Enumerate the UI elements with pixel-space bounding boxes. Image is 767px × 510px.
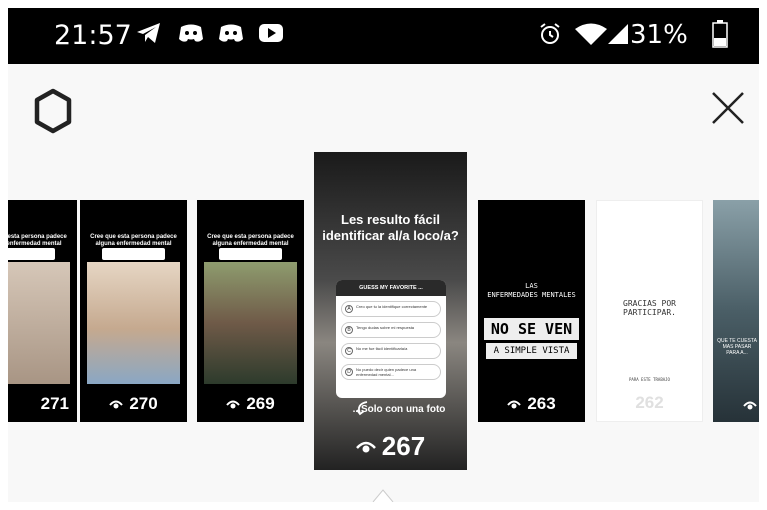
story-line: NO SE VEN [484,318,579,340]
youtube-icon [259,24,283,42]
story-line: LAS [525,282,538,290]
story-photo [204,262,297,384]
eye-icon [743,401,757,410]
view-count-label: 262 [635,393,664,412]
view-count: 267 [314,431,467,462]
top-bar [8,64,759,150]
discord-icon [179,24,203,42]
quiz-option: D No puedo decir quien padece una enferme… [341,364,441,380]
discord-icon [219,24,243,42]
quiz-option: C No me fue fácil identificarla/a [341,343,441,359]
view-count-label: 271 [40,394,69,413]
view-count-label: 270 [129,394,158,413]
story-thumbnail[interactable]: GRACIAS POR PARTICIPAR. PARA ESTE TRABAJ… [596,200,703,422]
story-thumbnail[interactable]: Cree que esta persona padece alguna enfe… [197,200,304,422]
poll-sticker [8,248,55,260]
quiz-title: GUESS MY FAVORITE ... [336,280,446,296]
story-photo [713,200,759,422]
option-text: No puedo decir quien padece una enfermed… [356,367,417,377]
quiz-option: B Tengo dudas sobre mi respuesta [341,322,441,338]
poll-sticker [219,248,282,260]
story-headline: Les resulto fácil identificar al/a loco/… [322,212,459,243]
gear-icon[interactable] [30,88,76,134]
option-letter: B [345,326,353,334]
option-text: Tengo dudas sobre mi respuesta [356,325,415,330]
story-fine-print: PARA ESTE TRABAJO [629,377,670,382]
battery-icon [712,20,728,48]
status-bar: 21:57 31% [8,8,759,64]
eye-icon [226,400,241,409]
story-viewer-list: Cree que esta persona padece alguna enfe… [8,150,759,502]
story-line: A SIMPLE VISTA [486,343,577,359]
story-thumbnail[interactable]: Cree que esta persona padece alguna enfe… [8,200,77,422]
story-caption: Cree que esta persona padece alguna enfe… [207,234,294,247]
wifi-icon [575,23,607,45]
quiz-sticker: GUESS MY FAVORITE ... A Creo que tu la id… [336,280,446,398]
option-letter: A [345,305,353,313]
story-thumbnail-active[interactable]: Les resulto fácil identificar al/a loco/… [314,152,467,470]
story-line: ENFERMEDADES MENTALES [487,291,576,299]
story-caption: QUE TE CUESTA MAS PASAR PARA A... [717,338,757,356]
view-count: 271 [8,394,77,414]
story-caption: Cree que esta persona padece alguna enfe… [90,234,177,247]
signal-icon [608,24,628,44]
view-count-label: 267 [381,431,426,461]
poll-sticker [102,248,165,260]
view-count: 263 [478,394,585,414]
view-count: 262 [597,393,702,413]
eye-icon [109,400,124,409]
story-thumbnail[interactable]: LAS ENFERMEDADES MENTALES NO SE VEN A SI… [478,200,585,422]
view-count: 270 [80,394,187,414]
quiz-option: A Creo que tu la identifique correctament… [341,301,441,317]
story-thumbnail[interactable]: QUE TE CUESTA MAS PASAR PARA A... [713,200,759,422]
view-count-label: 269 [246,394,275,413]
story-thumbnail[interactable]: Cree que esta persona padece alguna enfe… [80,200,187,422]
selected-story-pointer [372,489,394,502]
story-thanks-text: GRACIAS POR PARTICIPAR. [623,299,676,317]
eye-icon [355,441,376,453]
eye-icon [507,400,522,409]
status-time: 21:57 [54,20,132,51]
view-count-label: 263 [527,394,556,413]
option-text: Creo que tu la identifique correctamente [356,304,428,309]
story-photo [87,262,180,384]
battery-percent: 31% [630,20,688,50]
view-count: 269 [197,394,304,414]
option-letter: C [345,347,353,355]
option-text: No me fue fácil identificarla/a [356,346,408,351]
story-subtitle: ...Solo con una foto [352,404,446,415]
close-icon[interactable] [708,88,748,128]
option-letter: D [345,368,353,376]
story-photo [8,262,70,384]
telegram-icon [137,23,160,43]
story-caption: Cree que esta persona padece alguna enfe… [8,234,67,247]
alarm-icon [540,23,560,44]
story-text-small: LAS ENFERMEDADES MENTALES [478,282,585,300]
